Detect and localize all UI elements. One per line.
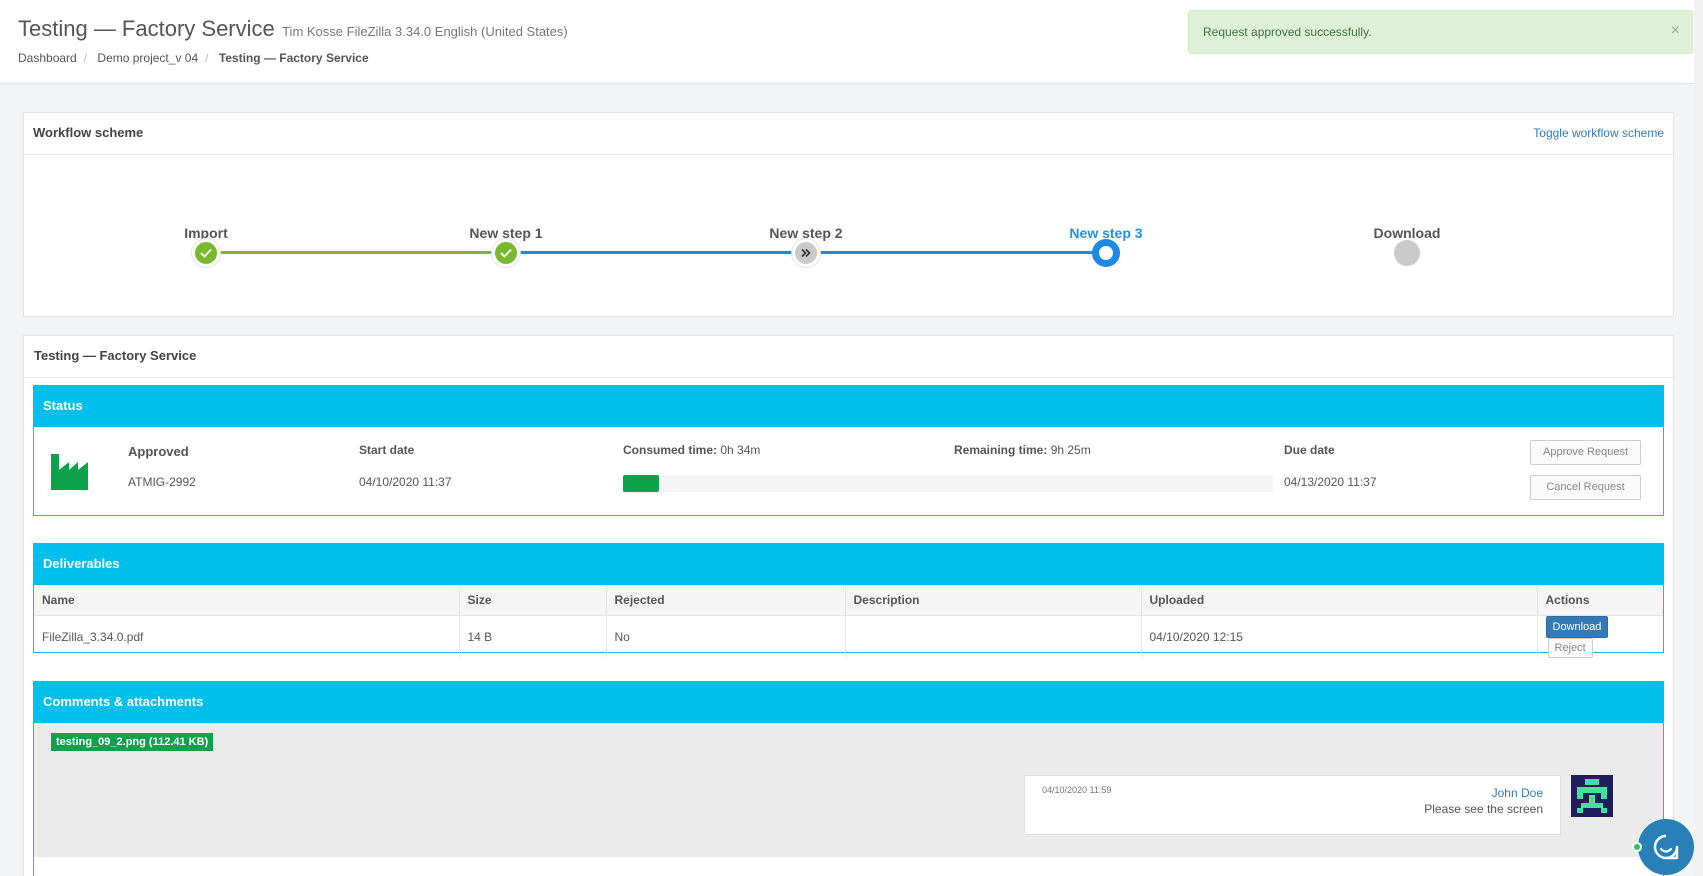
deliverables-heading: Deliverables [34,544,1663,585]
factory-icon [51,454,88,490]
file-rejected: No [606,615,846,658]
breadcrumb-separator: / [205,51,209,65]
check-icon [200,248,212,258]
success-alert: Request approved successfully. × [1188,10,1693,54]
status-section: Status Approved ATMIG-2992 Start date 04… [33,385,1664,516]
request-panel: Testing — Factory Service Status Approve… [23,335,1674,876]
breadcrumb-separator: / [83,51,88,65]
due-date-label: Due date [1284,443,1335,457]
current-step-indicator [1099,246,1113,260]
page-scrollbar[interactable] [1694,0,1703,876]
status-body: Approved ATMIG-2992 Start date 04/10/202… [34,427,1663,515]
column-header-actions: Actions [1537,585,1663,616]
file-uploaded: 04/10/2020 12:15 [1141,615,1538,658]
breadcrumb-dashboard[interactable]: Dashboard [18,51,77,65]
comments-section: Comments & attachments testing_09_2.png … [33,681,1664,876]
online-status-indicator [1632,842,1642,852]
attachment-link[interactable]: testing_09_2.png (112.41 KB) [51,733,214,751]
remaining-time: Remaining time: 9h 25m [954,443,1091,457]
table-row: FileZilla_3.34.0.pdf 14 B No 04/10/2020 … [34,615,1663,658]
request-id: ATMIG-2992 [128,475,196,489]
start-date-label: Start date [359,443,415,457]
time-progress-bar [623,475,1273,492]
workflow-connector [806,251,1106,254]
chat-widget-button[interactable] [1638,819,1694,875]
comment-text: Please see the screen [1424,802,1543,816]
step-node-new-step-3[interactable] [1092,239,1120,267]
consumed-time-label: Consumed time: [623,443,718,457]
column-header-rejected: Rejected [606,585,846,616]
reject-button[interactable]: Reject [1547,637,1593,658]
comment-time: 04/10/2020 11:59 [1042,785,1112,795]
step-node-import[interactable] [192,239,220,267]
step-label-download: Download [1373,225,1441,241]
chat-icon [1653,834,1679,860]
column-header-name: Name [34,585,460,616]
deliverables-table: Name Size Rejected Description Uploaded … [34,585,1663,658]
file-description [845,615,1142,658]
check-icon [500,248,512,258]
workflow-connector [506,251,806,254]
step-node-new-step-1[interactable] [492,239,520,267]
file-name: FileZilla_3.34.0.pdf [34,615,460,658]
comments-heading: Comments & attachments [34,682,1663,723]
download-button[interactable]: Download [1545,615,1609,638]
column-header-uploaded: Uploaded [1141,585,1538,616]
avatar [1571,775,1613,817]
consumed-time: Consumed time: 0h 34m [623,443,760,457]
double-chevron-right-icon [801,248,811,258]
start-date-value: 04/10/2020 11:37 [359,475,452,489]
column-header-size: Size [459,585,607,616]
workflow-title: Workflow scheme [33,125,144,140]
breadcrumb: Dashboard / Demo project_v 04 / Testing — … [18,51,369,65]
comment-bubble: 04/10/2020 11:59 John Doe Please see the… [1024,775,1561,835]
file-actions: DownloadReject [1537,615,1663,658]
page-title-text: Testing — Factory Service [18,16,275,41]
step-node-new-step-2[interactable] [792,239,820,267]
consumed-time-value: 0h 34m [720,443,761,457]
workflow-panel: Workflow scheme Toggle workflow scheme I… [23,112,1674,317]
cancel-request-button[interactable]: Cancel Request [1530,475,1641,500]
step-node-download[interactable] [1394,240,1420,266]
breadcrumb-project[interactable]: Demo project_v 04 [97,51,198,65]
status-heading: Status [34,386,1663,427]
approve-request-button[interactable]: Approve Request [1530,440,1641,465]
table-header-row: Name Size Rejected Description Uploaded … [34,585,1663,616]
divider [24,377,1673,378]
close-icon[interactable]: × [1671,22,1680,40]
remaining-time-value: 9h 25m [1050,443,1091,457]
comment-author[interactable]: John Doe [1492,786,1543,800]
file-size: 14 B [459,615,607,658]
page-subtitle: Tim Kosse FileZilla 3.34.0 English (Unit… [282,24,568,39]
breadcrumb-current: Testing — Factory Service [218,51,369,65]
comments-body: testing_09_2.png (112.41 KB) 04/10/2020 … [34,723,1663,857]
request-title: Testing — Factory Service [34,348,197,363]
status-state: Approved [128,444,189,459]
due-date-value: 04/13/2020 11:37 [1284,475,1377,489]
remaining-time-label: Remaining time: [954,443,1048,457]
alert-message: Request approved successfully. [1203,25,1372,39]
workflow-steps: Import New step 1 New step 2 New step 3 … [24,155,1673,315]
workflow-connector-done [206,251,506,254]
deliverables-section: Deliverables Name Size Rejected Descript… [33,543,1664,658]
column-header-description: Description [845,585,1142,616]
page-title: Testing — Factory Service Tim Kosse File… [18,16,568,42]
time-progress-fill [623,475,660,492]
toggle-workflow-link[interactable]: Toggle workflow scheme [1533,126,1664,140]
